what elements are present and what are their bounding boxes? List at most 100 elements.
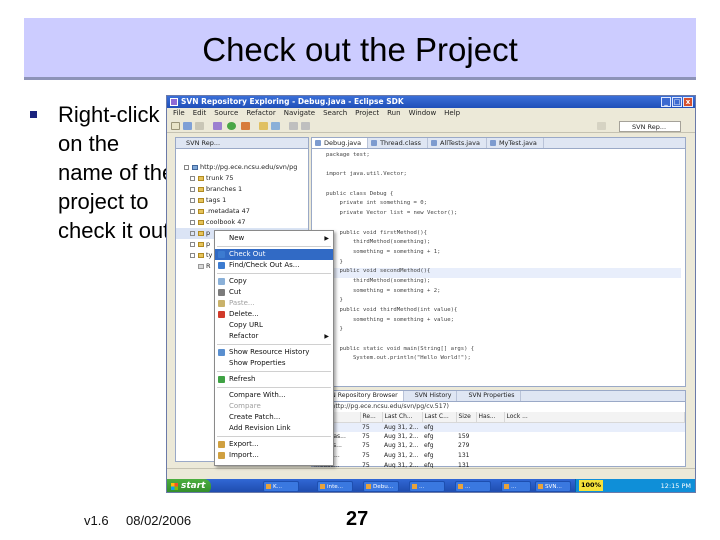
code-line: something = something + 2; [326, 287, 441, 294]
tab-mytest-java[interactable]: MyTest.java [487, 138, 544, 148]
external-tools-icon[interactable] [241, 122, 250, 130]
run-icon[interactable] [227, 122, 236, 130]
menu-run[interactable]: Run [387, 108, 400, 119]
menu-item-show-resource-history[interactable]: Show Resource History [215, 347, 333, 358]
table-cell [476, 441, 504, 451]
code-area[interactable]: package test; import java.util.Vector; pub… [326, 152, 681, 365]
tree-item-trunk[interactable]: trunk 75 [176, 173, 308, 184]
menu-item-copy-url[interactable]: Copy URL [215, 320, 333, 331]
menu-item-copy[interactable]: Copy [215, 276, 333, 287]
repository-browser-table: Re... Last Ch... Last C... Size Has... L… [312, 412, 685, 470]
collapse-icon[interactable] [184, 165, 189, 170]
tree-item-branches[interactable]: branches 1 [176, 184, 308, 195]
table-row[interactable]: ...75Aug 31, 2...efg [312, 422, 685, 432]
debug-icon[interactable] [213, 122, 222, 130]
menu-item-find-check-out-as[interactable]: Find/Check Out As... [215, 260, 333, 271]
menu-item-create-patch[interactable]: Create Patch... [215, 412, 333, 423]
column-header[interactable]: Last C... [422, 412, 457, 423]
menu-item-label: Delete... [229, 310, 259, 318]
menu-item-compare-with[interactable]: Compare With... [215, 390, 333, 401]
menu-item-compare[interactable]: Compare [215, 401, 333, 412]
taskbar-item[interactable]: Debu... [363, 481, 399, 492]
minimize-button[interactable]: _ [661, 97, 671, 107]
tree-item-label: coolbook 47 [206, 218, 246, 226]
menu-item-export[interactable]: Export... [215, 439, 333, 450]
menu-item-import[interactable]: Import... [215, 450, 333, 461]
tab-debug-java[interactable]: Debug.java [312, 138, 369, 148]
expand-icon[interactable] [190, 220, 195, 225]
table-row[interactable]: ...dase...75Aug 31, 2...efg131 [312, 451, 685, 461]
table-cell [504, 451, 685, 461]
code-line: } [326, 297, 343, 304]
taskbar-item[interactable]: inte... [317, 481, 353, 492]
menu-item-show-properties[interactable]: Show Properties [215, 358, 333, 369]
start-button[interactable]: start [167, 479, 211, 492]
expand-icon[interactable] [190, 253, 195, 258]
menu-item-label: Add Revision Link [229, 424, 291, 432]
menu-item-delete[interactable]: Delete... [215, 309, 333, 320]
menu-navigate[interactable]: Navigate [284, 108, 315, 119]
maximize-button[interactable]: □ [672, 97, 682, 107]
open-type-icon[interactable] [259, 122, 268, 130]
expand-icon[interactable] [190, 198, 195, 203]
tab-thread-class[interactable]: Thread.class [368, 138, 428, 148]
expand-icon[interactable] [190, 242, 195, 247]
code-line: System.out.println("Hello World!"); [326, 355, 471, 362]
close-button[interactable]: x [683, 97, 693, 107]
taskbar-item[interactable]: ... [455, 481, 491, 492]
menu-item-add-revision-link[interactable]: Add Revision Link [215, 423, 333, 434]
search-icon[interactable] [271, 122, 280, 130]
table-row[interactable]: ...nClas...75Aug 31, 2...efg279 [312, 441, 685, 451]
tab-svn-history[interactable]: SVN History [404, 391, 458, 401]
menu-item-refactor[interactable]: Refactor ▶ [215, 331, 333, 342]
back-icon[interactable] [289, 122, 298, 130]
menu-item-paste[interactable]: Paste... [215, 298, 333, 309]
tab-svn-properties[interactable]: SVN Properties [457, 391, 521, 401]
menu-item-new[interactable]: New ▶ [215, 233, 333, 244]
refresh-icon [218, 376, 225, 383]
menu-help[interactable]: Help [444, 108, 460, 119]
expand-icon[interactable] [190, 231, 195, 236]
save-icon[interactable] [183, 122, 192, 130]
perspective-switcher[interactable]: SVN Rep... [619, 121, 681, 132]
menu-bar: File Edit Source Refactor Navigate Searc… [167, 108, 695, 119]
menu-item-refresh[interactable]: Refresh [215, 374, 333, 385]
tree-item-repository-root[interactable]: http://pg.ece.ncsu.edu/svn/pg [176, 162, 308, 173]
print-icon[interactable] [195, 122, 204, 130]
expand-icon[interactable] [190, 176, 195, 181]
editor-tabs: Debug.java Thread.class AllTests.java My… [312, 138, 685, 149]
taskbar-item[interactable]: ... [501, 481, 531, 492]
new-icon[interactable] [171, 122, 180, 130]
menu-search[interactable]: Search [323, 108, 347, 119]
column-header[interactable]: Last Ch... [382, 412, 423, 423]
column-header[interactable]: Has... [476, 412, 505, 423]
window-titlebar[interactable]: SVN Repository Exploring - Debug.java - … [167, 96, 695, 108]
tab-alltests-java[interactable]: AllTests.java [428, 138, 487, 148]
expand-icon[interactable] [190, 209, 195, 214]
taskbar-item[interactable]: SVN... [535, 481, 571, 492]
menu-file[interactable]: File [173, 108, 185, 119]
menu-source[interactable]: Source [214, 108, 238, 119]
expand-icon[interactable] [190, 187, 195, 192]
tree-item-metadata[interactable]: .metadata 47 [176, 206, 308, 217]
code-line: public void firstMethod(){ [326, 229, 428, 236]
table-cell: 159 [458, 432, 470, 440]
tree-item-coolbook[interactable]: coolbook 47 [176, 217, 308, 228]
menu-refactor[interactable]: Refactor [246, 108, 275, 119]
menu-item-cut[interactable]: Cut [215, 287, 333, 298]
tree-item-tags[interactable]: tags 1 [176, 195, 308, 206]
taskbar-item[interactable]: ... [409, 481, 445, 492]
column-header[interactable]: Size [456, 412, 477, 423]
column-header[interactable]: Re... [360, 412, 383, 423]
table-cell: efg [424, 442, 434, 450]
column-header[interactable]: Lock ... [504, 412, 685, 423]
forward-icon[interactable] [301, 122, 310, 130]
menu-project[interactable]: Project [355, 108, 379, 119]
svn-repo-view-tab[interactable]: SVN Rep... [176, 138, 308, 149]
open-perspective-icon[interactable] [597, 122, 606, 130]
table-row[interactable]: ...m.Clas...75Aug 31, 2...efg159 [312, 432, 685, 442]
menu-edit[interactable]: Edit [193, 108, 207, 119]
menu-window[interactable]: Window [409, 108, 437, 119]
taskbar-item[interactable]: K... [263, 481, 299, 492]
menu-item-check-out[interactable]: Check Out [215, 249, 333, 260]
